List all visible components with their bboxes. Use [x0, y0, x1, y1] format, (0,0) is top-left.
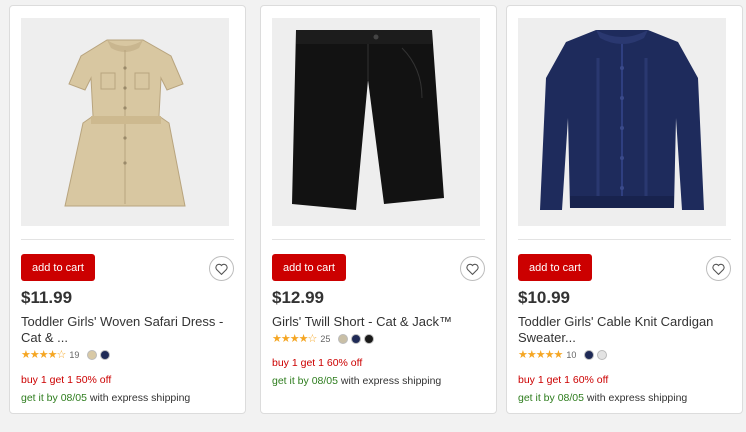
rating-row: ★★★★★ 10 — [518, 349, 608, 361]
rating-row: ★★★★☆ 19 — [21, 349, 111, 361]
shipping-info: get it by 08/05 with express shipping — [21, 392, 190, 404]
ship-date: get it by 08/05 — [272, 375, 338, 387]
color-swatch[interactable] — [364, 334, 375, 344]
color-swatch[interactable] — [87, 350, 98, 360]
product-image-dress[interactable] — [21, 18, 229, 226]
promo-offer: buy 1 get 1 60% off — [272, 357, 363, 369]
product-title[interactable]: Toddler Girls' Woven Safari Dress - Cat … — [21, 314, 233, 346]
divider — [518, 239, 731, 240]
add-to-cart-button[interactable]: add to cart — [21, 254, 95, 281]
product-card[interactable]: add to cart $12.99 Girls' Twill Short - … — [260, 5, 497, 414]
color-swatch[interactable] — [584, 350, 595, 360]
color-swatch[interactable] — [351, 334, 362, 344]
star-rating: ★★★★☆ — [272, 333, 317, 345]
product-card[interactable]: add to cart $11.99 Toddler Girls' Woven … — [9, 5, 246, 414]
promo-offer: buy 1 get 1 60% off — [518, 374, 609, 386]
cardigan-image — [540, 30, 704, 210]
review-count: 19 — [69, 350, 80, 360]
heart-icon — [215, 263, 228, 275]
ship-date: get it by 08/05 — [21, 392, 87, 404]
divider — [272, 239, 485, 240]
product-price: $10.99 — [518, 288, 570, 307]
favorite-button[interactable] — [706, 256, 731, 281]
rating-row: ★★★★☆ 25 — [272, 333, 375, 345]
favorite-button[interactable] — [209, 256, 234, 281]
shorts-image — [292, 30, 444, 210]
ship-method: with express shipping — [586, 392, 688, 404]
product-image-cardigan[interactable] — [518, 18, 726, 226]
product-title[interactable]: Girls' Twill Short - Cat & Jack™ — [272, 314, 484, 330]
add-to-cart-button[interactable]: add to cart — [272, 254, 346, 281]
product-price: $12.99 — [272, 288, 324, 307]
product-card[interactable]: add to cart $10.99 Toddler Girls' Cable … — [506, 5, 743, 414]
divider — [21, 239, 234, 240]
ship-date: get it by 08/05 — [518, 392, 584, 404]
review-count: 10 — [566, 350, 577, 360]
product-image-shorts[interactable] — [272, 18, 480, 226]
color-swatch[interactable] — [100, 350, 111, 360]
product-title[interactable]: Toddler Girls' Cable Knit Cardigan Sweat… — [518, 314, 730, 346]
heart-icon — [712, 263, 725, 275]
promo-offer: buy 1 get 1 50% off — [21, 374, 112, 386]
favorite-button[interactable] — [460, 256, 485, 281]
product-price: $11.99 — [21, 288, 73, 307]
color-swatch[interactable] — [597, 350, 608, 360]
add-to-cart-button[interactable]: add to cart — [518, 254, 592, 281]
heart-icon — [466, 263, 479, 275]
ship-method: with express shipping — [340, 375, 442, 387]
star-rating: ★★★★☆ — [21, 349, 66, 361]
dress-image — [64, 39, 186, 207]
color-swatch[interactable] — [338, 334, 349, 344]
shipping-info: get it by 08/05 with express shipping — [272, 375, 441, 387]
star-rating: ★★★★★ — [518, 349, 563, 361]
shipping-info: get it by 08/05 with express shipping — [518, 392, 687, 404]
ship-method: with express shipping — [89, 392, 191, 404]
review-count: 25 — [320, 334, 331, 344]
